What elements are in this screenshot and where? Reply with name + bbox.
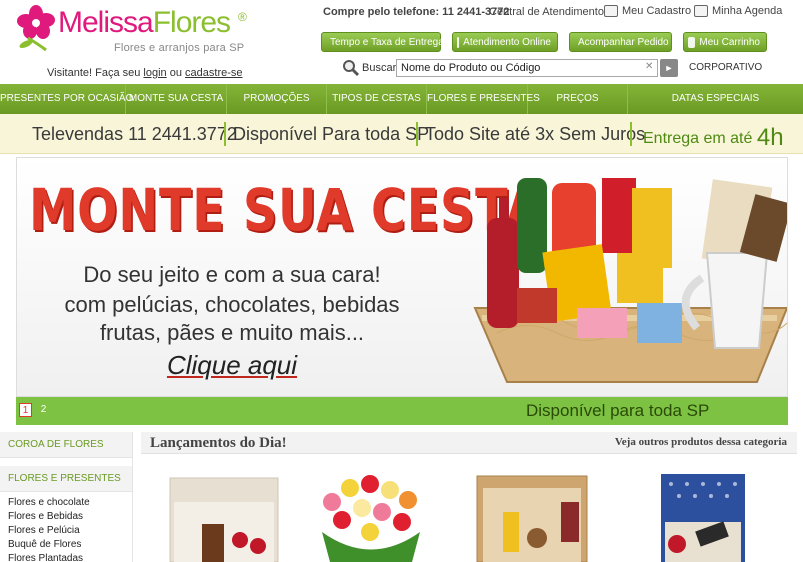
televendas-text: Televendas 11 2441.3772 <box>32 124 237 144</box>
clear-search-icon[interactable]: ✕ <box>645 61 653 72</box>
entrega-text: Entrega em até 4h <box>643 124 784 151</box>
search-go-button[interactable]: ► <box>660 59 678 77</box>
nav-flores-presentes[interactable]: FLORES E PRESENTES <box>427 84 540 114</box>
product-gift-basket-image[interactable] <box>641 472 759 562</box>
lancamentos-header: Lançamentos do Dia! Veja outros produtos… <box>141 432 797 454</box>
sidebar-item[interactable]: Flores Plantadas <box>0 552 132 562</box>
divider <box>416 122 418 146</box>
sidebar-flores-presentes-head[interactable]: FLORES E PRESENTES <box>0 466 132 492</box>
logo-text: MelissaFlores <box>58 6 231 39</box>
lancamentos-title: Lançamentos do Dia! <box>150 435 287 451</box>
nav-tipos-cestas[interactable]: TIPOS DE CESTAS <box>327 84 427 114</box>
cadastre-link[interactable]: cadastre-se <box>185 67 242 79</box>
nav-promocoes[interactable]: PROMOÇÕES <box>227 84 327 114</box>
sidebar-item[interactable]: Flores e Bebidas <box>0 510 132 524</box>
juros-text: Todo Site até 3x Sem Juros <box>425 124 646 144</box>
divider <box>630 122 632 146</box>
carrinho-label: Meu Carrinho <box>699 36 760 48</box>
central-atendimento-link[interactable]: Central de Atendimento <box>489 6 604 18</box>
main-nav: PRESENTES POR OCASIÃO MONTE SUA CESTA PR… <box>0 84 803 114</box>
product-flower-bouquet-image[interactable] <box>312 472 430 562</box>
minha-agenda-link[interactable]: Minha Agenda <box>694 5 782 17</box>
sidebar-item[interactable]: Buquê de Flores <box>0 538 132 552</box>
meu-cadastro-link[interactable]: Meu Cadastro <box>604 5 691 17</box>
acompanhar-pedido-button[interactable]: Acompanhar Pedido <box>569 32 672 52</box>
nav-precos[interactable]: PREÇOS <box>528 84 628 114</box>
sidebar-coroa-flores[interactable]: COROA DE FLORES <box>0 432 132 458</box>
login-prompt: Visitante! Faça seu login ou cadastre-se <box>47 67 243 79</box>
divider <box>224 122 226 146</box>
magnifier-icon <box>343 60 360 77</box>
banner-line-3: frutas, pães e muito mais... <box>99 320 365 345</box>
product-chocolate-box-image[interactable] <box>166 472 284 562</box>
clique-aqui-link[interactable]: Clique aqui <box>17 350 447 381</box>
atendimento-label: Atendimento Online <box>463 36 551 48</box>
logo[interactable]: MelissaFlores ® Flores e arranjos para S… <box>16 4 256 54</box>
acompanhar-label: Acompanhar Pedido <box>578 36 669 48</box>
banner-line-1: Do seu jeito e com a sua cara! <box>83 262 381 287</box>
logo-tagline: Flores e arranjos para SP <box>114 42 245 54</box>
tempo-entrega-label: Tempo e Taxa de Entrega <box>330 36 444 48</box>
meu-cadastro-label: Meu Cadastro <box>622 5 692 17</box>
corporativo-link[interactable]: CORPORATIVO <box>689 62 762 73</box>
banner-page-1[interactable]: 1 <box>19 403 32 417</box>
nav-monte-cesta[interactable]: MONTE SUA CESTA <box>126 84 227 114</box>
search-label: Buscar <box>362 62 397 74</box>
sidebar-item[interactable]: Flores e chocolate <box>0 496 132 510</box>
ver-outros-link[interactable]: Veja outros produtos dessa categoria <box>615 436 787 448</box>
login-link[interactable]: login <box>143 67 166 79</box>
banner-page-2[interactable]: 2 <box>37 403 50 417</box>
flower-logo-icon <box>17 5 55 52</box>
registered-mark: ® <box>238 10 247 24</box>
sidebar-item[interactable]: Flores e Pelúcia <box>0 524 132 538</box>
phone-label: Compre pelo telefone: 11 2441-3772 <box>323 6 510 18</box>
banner-pager-bar: 1 2 Disponível para toda SP <box>16 397 788 425</box>
tempo-entrega-button[interactable]: Tempo e Taxa de Entrega <box>321 32 444 52</box>
hero-banner[interactable]: MONTE SUA CESTA Do seu jeito e com a sua… <box>16 157 788 397</box>
gift-basket-image <box>473 178 787 383</box>
id-card-icon <box>604 5 618 17</box>
atendimento-online-button[interactable]: Atendimento Online <box>452 32 558 52</box>
header: MelissaFlores ® Flores e arranjos para S… <box>0 0 803 84</box>
banner-footer-text: Disponível para toda SP <box>526 401 710 420</box>
agenda-icon <box>694 5 708 17</box>
meu-carrinho-button[interactable]: Meu Carrinho <box>683 32 767 52</box>
banner-line-2: com pelúcias, chocolates, bebidas <box>64 292 400 317</box>
info-bar: Televendas 11 2441.3772 Disponível Para … <box>0 114 803 154</box>
nav-datas-especiais[interactable]: DATAS ESPECIAIS <box>628 84 803 114</box>
nav-presentes-ocasiao[interactable]: PRESENTES POR OCASIÃO <box>0 84 133 114</box>
search-input[interactable] <box>396 59 658 77</box>
chat-icon <box>457 36 460 48</box>
cart-icon <box>688 36 696 48</box>
disponivel-text: Disponível Para toda SP <box>233 124 430 144</box>
product-breakfast-box-image[interactable] <box>473 472 591 562</box>
category-sidebar: COROA DE FLORES FLORES E PRESENTES Flore… <box>0 432 133 562</box>
minha-agenda-label: Minha Agenda <box>712 5 783 17</box>
